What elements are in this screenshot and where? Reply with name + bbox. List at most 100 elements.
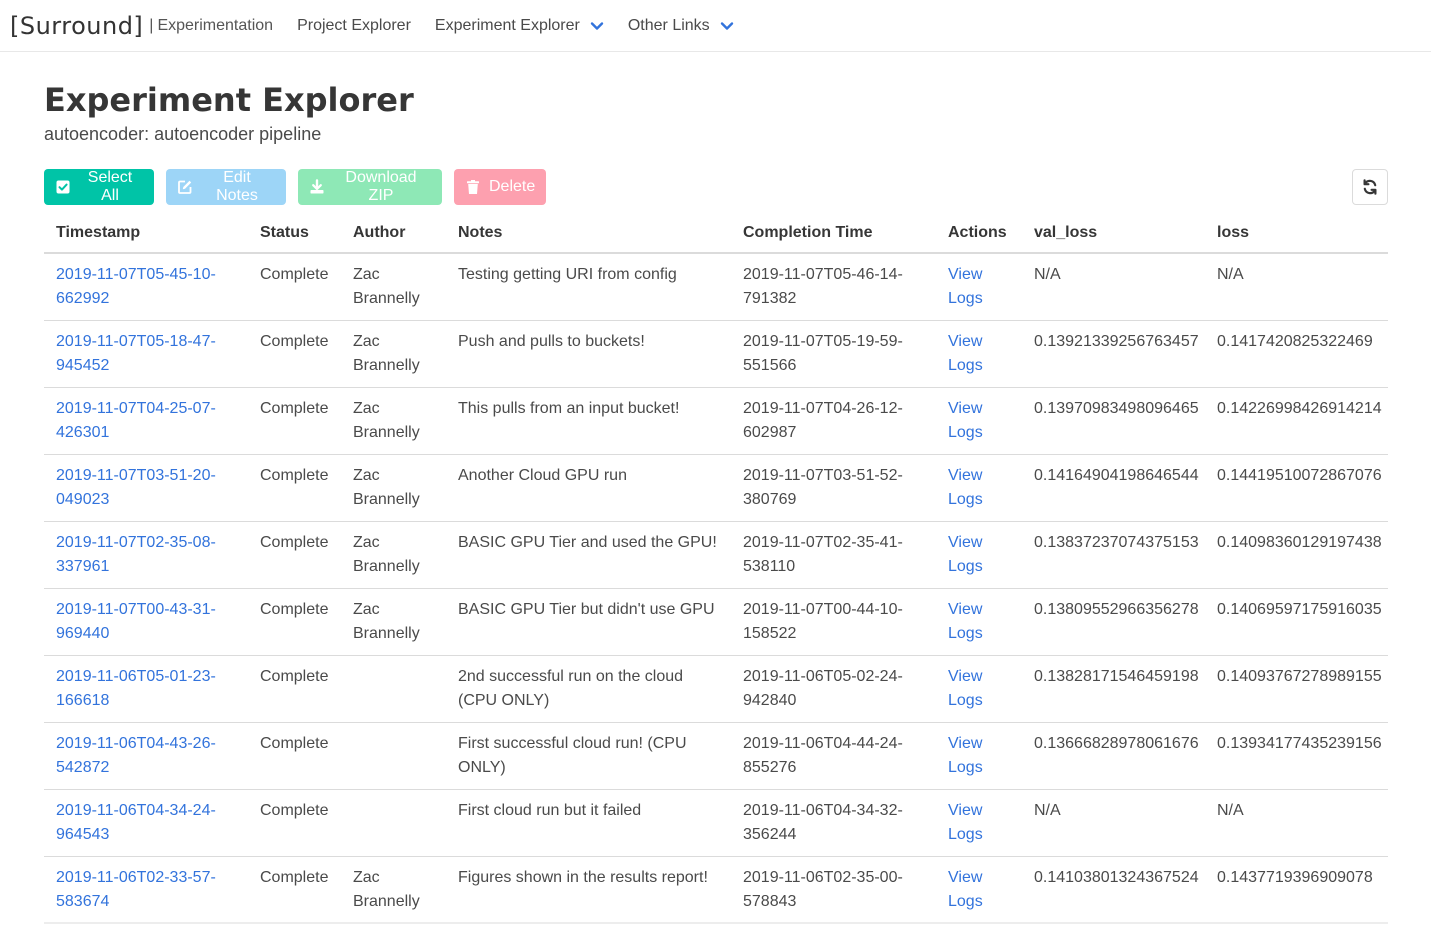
timestamp-link[interactable]: 2019-11-07T02-35-08-337961 [56,534,216,575]
table-row[interactable]: 2019-11-06T04-34-24-964543 Complete First … [44,789,1388,857]
cell-completion-time: 2019-11-07T05-46-14-791382 [731,253,936,321]
cell-status: Complete [248,722,341,790]
cell-status: Complete [248,387,341,455]
chevron-down-icon [720,19,734,33]
select-all-button[interactable]: Select All [44,169,154,205]
cell-val-loss: 0.13970983498096465 [1022,387,1205,455]
view-link[interactable]: View [948,266,982,283]
cell-val-loss: 0.13809552966356278 [1022,588,1205,656]
logs-link[interactable]: Logs [948,290,983,307]
column-header-timestamp[interactable]: Timestamp [44,213,248,254]
view-link[interactable]: View [948,400,982,417]
edit-notes-label: Edit Notes [216,169,258,204]
timestamp-link[interactable]: 2019-11-07T03-51-20-049023 [56,467,216,508]
table-row[interactable]: 2019-11-07T05-18-47-945452 Complete Zac Br… [44,320,1388,388]
cell-author: Zac Brannelly [353,869,420,910]
nav-experiment-explorer-dropdown[interactable]: Experiment Explorer [435,17,604,35]
edit-notes-button[interactable]: Edit Notes [166,169,286,205]
view-link[interactable]: View [948,534,982,551]
timestamp-link[interactable]: 2019-11-07T05-45-10-662992 [56,266,216,307]
brand-separator: | [149,16,154,34]
cell-loss: 0.13934177435239156 [1205,722,1388,790]
view-link[interactable]: View [948,869,982,886]
logs-link[interactable]: Logs [948,759,983,776]
cell-timestamp: 2019-11-06T04-43-26-542872 [44,722,248,790]
view-link[interactable]: View [948,333,982,350]
cell-notes: Another Cloud GPU run [446,454,731,522]
nav-project-explorer-label: Project Explorer [297,16,411,34]
cell-author: Zac Brannelly [341,521,446,589]
nav-other-links-dropdown[interactable]: Other Links [628,17,734,35]
view-link[interactable]: View [948,735,982,752]
view-link[interactable]: View [948,601,982,618]
column-header-status[interactable]: Status [248,213,341,254]
view-link[interactable]: View [948,668,982,685]
check-square-icon [55,179,71,195]
table-header-row: Timestamp Status Author Notes Completion… [44,213,1388,254]
cell-timestamp: 2019-11-06T04-34-24-964543 [44,789,248,857]
timestamp-link[interactable]: 2019-11-06T05-01-23-166618 [56,668,216,709]
nav-project-explorer[interactable]: Project Explorer [297,17,411,35]
cell-timestamp: 2019-11-06T05-01-23-166618 [44,655,248,723]
cell-timestamp: 2019-11-07T00-43-31-969440 [44,588,248,656]
cell-author [341,789,446,857]
table-row[interactable]: 2019-11-07T04-25-07-426301 Complete Zac Br… [44,387,1388,455]
cell-status: Complete [248,655,341,723]
bottom-divider [44,922,1388,924]
timestamp-link[interactable]: 2019-11-06T02-33-57-583674 [56,869,216,910]
cell-loss: 0.14098360129197438 [1205,521,1388,589]
column-header-author[interactable]: Author [341,213,446,254]
cell-loss: 0.14226998426914214 [1205,387,1388,455]
brand-logo-text[interactable]: [Surround] [10,12,143,40]
cell-author: Zac Brannelly [341,253,446,321]
timestamp-link[interactable]: 2019-11-07T00-43-31-969440 [56,601,216,642]
column-header-completion-time[interactable]: Completion Time [731,213,936,254]
view-link[interactable]: View [948,467,982,484]
table-row[interactable]: 2019-11-07T03-51-20-049023 Complete Zac Br… [44,454,1388,522]
table-row[interactable]: 2019-11-06T02-33-57-583674 Complete Zac Br… [44,857,1388,924]
cell-timestamp: 2019-11-07T02-35-08-337961 [44,521,248,589]
nav-other-links-label: Other Links [627,16,710,34]
main-container: Experiment Explorer autoencoder: autoenc… [44,52,1388,923]
logs-link[interactable]: Logs [948,826,983,843]
timestamp-link[interactable]: 2019-11-07T04-25-07-426301 [56,400,216,441]
table-row[interactable]: 2019-11-07T02-35-08-337961 Complete Zac Br… [44,521,1388,589]
timestamp-link[interactable]: 2019-11-06T04-43-26-542872 [56,735,216,776]
cell-actions: View Logs [936,655,1022,723]
logs-link[interactable]: Logs [948,424,983,441]
cell-actions: View Logs [936,789,1022,857]
timestamp-link[interactable]: 2019-11-06T04-34-24-964543 [56,802,216,843]
page-subtitle: autoencoder: autoencoder pipeline [44,124,322,144]
column-header-val-loss[interactable]: val_loss [1022,213,1205,254]
nav-experiment-explorer-label: Experiment Explorer [434,16,580,34]
cell-actions: View Logs [936,857,1022,924]
timestamp-link[interactable]: 2019-11-07T05-18-47-945452 [56,333,216,374]
cell-loss: 0.1437719396909078 [1217,869,1373,886]
table-row[interactable]: 2019-11-07T05-45-10-662992 Complete Zac Br… [44,253,1388,321]
logs-link[interactable]: Logs [948,625,983,642]
view-link[interactable]: View [948,802,982,819]
column-header-loss[interactable]: loss [1205,213,1388,254]
cell-completion-time: 2019-11-07T00-44-10-158522 [731,588,936,656]
cell-status: Complete [248,789,341,857]
cell-completion-time: 2019-11-07T02-35-41-538110 [731,521,936,589]
chevron-down-icon [590,19,604,33]
table-row[interactable]: 2019-11-06T05-01-23-166618 Complete 2nd su… [44,655,1388,723]
download-zip-button[interactable]: Download ZIP [298,169,442,205]
logs-link[interactable]: Logs [948,558,983,575]
refresh-button[interactable] [1352,169,1388,205]
logs-link[interactable]: Logs [948,893,983,910]
brand-subtitle[interactable]: Experimentation [157,17,273,35]
table-row[interactable]: 2019-11-06T04-43-26-542872 Complete First … [44,722,1388,790]
cell-author: Zac Brannelly [341,454,446,522]
cell-notes: 2nd successful run on the cloud (CPU ONL… [446,655,731,723]
logs-link[interactable]: Logs [948,692,983,709]
delete-button[interactable]: Delete [454,169,546,205]
cell-val-loss: N/A [1022,789,1205,857]
logs-link[interactable]: Logs [948,491,983,508]
column-header-notes[interactable]: Notes [446,213,731,254]
logs-link[interactable]: Logs [948,357,983,374]
cell-completion-time: 2019-11-07T05-19-59-551566 [731,320,936,388]
table-row[interactable]: 2019-11-07T00-43-31-969440 Complete Zac Br… [44,588,1388,656]
cell-notes: First cloud run but it failed [446,789,731,857]
